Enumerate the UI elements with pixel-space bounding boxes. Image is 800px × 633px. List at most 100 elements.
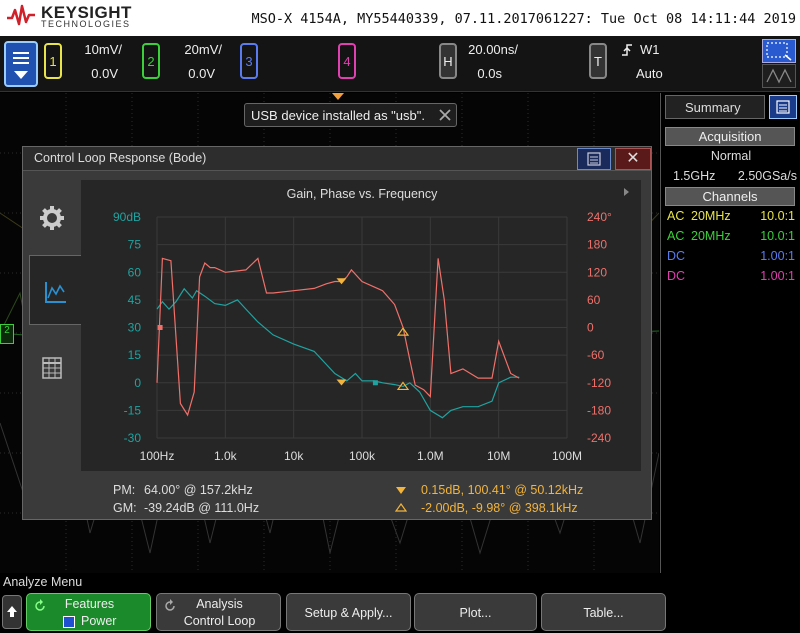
- series-line-gain: [156, 287, 520, 419]
- x-tick-label: 100Hz: [140, 449, 175, 463]
- chevron-right-icon[interactable]: [624, 188, 629, 196]
- horizontal-offset: 0.0s: [477, 66, 502, 81]
- y-left-tick-label: -30: [124, 431, 142, 445]
- trigger-position-marker[interactable]: [332, 93, 344, 100]
- waveform-mode-button[interactable]: [762, 64, 796, 88]
- channel-2-scale: 20mV/: [184, 42, 222, 57]
- dialog-menu-button[interactable]: [577, 148, 611, 170]
- softkey-features[interactable]: Features Power: [26, 593, 151, 631]
- y-right-tick-label: -240: [587, 431, 611, 445]
- trigger-button[interactable]: T: [589, 43, 607, 79]
- x-tick-label: 10M: [487, 449, 510, 463]
- cursor-1-icon: [396, 487, 406, 494]
- pm-marker: [372, 380, 378, 386]
- bandwidth: 1.5GHz: [673, 169, 716, 183]
- horizontal-button[interactable]: H: [439, 43, 457, 79]
- y-left-tick-label: 60: [128, 265, 142, 279]
- y-right-tick-label: 0: [587, 321, 594, 335]
- channels-header: Channels: [665, 187, 795, 206]
- zoom-box-icon: [766, 42, 792, 61]
- softkey-plot[interactable]: Plot...: [414, 593, 537, 631]
- list-icon: [587, 152, 601, 166]
- pm-label: PM:: [113, 483, 136, 497]
- series-line-phase: [156, 257, 520, 417]
- checkbox-icon: [63, 616, 75, 628]
- y-left-tick-label: 90dB: [113, 210, 141, 224]
- y-right-tick-label: 120: [587, 265, 607, 279]
- bode-plot-icon: [45, 282, 66, 303]
- channel-2-button[interactable]: 2: [142, 43, 160, 79]
- y-left-tick-label: 15: [128, 348, 142, 362]
- trigger-mode: Auto: [636, 66, 663, 81]
- dialog-title: Control Loop Response (Bode): [34, 151, 207, 165]
- y-right-tick-label: 180: [587, 238, 607, 252]
- channel-1-offset: 0.0V: [91, 66, 118, 81]
- menu-title: Analyze Menu: [3, 575, 83, 589]
- dialog-title-bar[interactable]: Control Loop Response (Bode) ✕: [23, 147, 651, 171]
- chevron-down-icon: [14, 71, 28, 79]
- x-tick-label: 1.0k: [214, 449, 238, 463]
- acquisition-header: Acquisition: [665, 127, 795, 146]
- cursor-2-icon: [395, 503, 407, 512]
- gm-label: GM:: [113, 501, 137, 515]
- channel-4-button[interactable]: 4: [338, 43, 356, 79]
- brand-subtitle: TECHNOLOGIES: [41, 19, 131, 29]
- triangle-wave-icon: [766, 68, 792, 84]
- acquisition-mode: Normal: [710, 149, 752, 163]
- readout-panel: PM: 64.00° @ 157.2kHz GM: -39.24dB @ 111…: [81, 479, 641, 519]
- y-left-tick-label: 0: [134, 376, 141, 390]
- softkey-setup-apply[interactable]: Setup & Apply...: [286, 593, 411, 631]
- cursor-1-value: 0.15dB, 100.41° @ 50.12kHz: [421, 483, 584, 497]
- y-left-tick-label: 75: [128, 238, 142, 252]
- summary-panel: Summary Acquisition Normal 1.5GHz 2.50GS…: [660, 93, 800, 573]
- channel-1-button[interactable]: 1: [44, 43, 62, 79]
- x-tick-label: 100M: [552, 449, 582, 463]
- x-tick-label: 100k: [349, 449, 376, 463]
- keysight-logo-icon: [7, 4, 35, 26]
- table-tab[interactable]: [29, 333, 75, 403]
- chart-title: Gain, Phase vs. Frequency: [287, 187, 439, 201]
- instrument-info: MSO-X 4154A, MY55440339, 07.11.201706122…: [251, 11, 796, 27]
- title-bar: KEYSIGHT TECHNOLOGIES MSO-X 4154A, MY554…: [0, 0, 800, 36]
- bode-chart[interactable]: Gain, Phase vs. Frequency 90dB 75 60 45 30 15…: [81, 180, 641, 471]
- horizontal-scale: 20.00ns/: [468, 42, 518, 57]
- gm-marker: [157, 325, 163, 330]
- menu-icon: [13, 52, 29, 64]
- sample-rate: 2.50GSa/s: [737, 169, 797, 183]
- notification-toast: USB device installed as "usb".: [244, 103, 457, 127]
- x-tick-label: 10k: [284, 449, 304, 463]
- y-right-tick-label: -180: [587, 403, 611, 417]
- gear-icon: [40, 206, 64, 230]
- channel-1-scale: 10mV/: [84, 42, 122, 57]
- main-menu-button[interactable]: [4, 41, 38, 87]
- channel-3-button[interactable]: 3: [240, 43, 258, 79]
- settings-tab[interactable]: [29, 183, 75, 253]
- y-right-tick-label: -120: [587, 376, 611, 390]
- trigger-edge-icon: [622, 44, 632, 56]
- arrow-up-icon: [7, 606, 17, 617]
- y-right-tick-label: -60: [587, 348, 605, 362]
- table-icon: [42, 357, 62, 379]
- plot-tab[interactable]: [29, 255, 81, 325]
- y-right-tick-label: 60: [587, 293, 601, 307]
- softkey-analysis[interactable]: Analysis Control Loop: [156, 593, 281, 631]
- softkey-table[interactable]: Table...: [541, 593, 666, 631]
- toast-message: USB device installed as "usb".: [251, 108, 425, 123]
- gm-value: -39.24dB @ 111.0Hz: [144, 501, 260, 515]
- summary-tab[interactable]: Summary: [665, 95, 765, 119]
- menu-back-button[interactable]: [2, 595, 22, 629]
- channel-2-ground-marker[interactable]: 2: [0, 324, 14, 344]
- y-left-tick-label: 30: [128, 321, 142, 335]
- x-tick-label: 1.0M: [417, 449, 444, 463]
- pm-value: 64.00° @ 157.2kHz: [144, 483, 253, 497]
- touch-zoom-button[interactable]: [762, 39, 796, 63]
- trigger-source: W1: [640, 42, 660, 57]
- y-right-tick-label: 240°: [587, 210, 612, 224]
- channel-2-offset: 0.0V: [188, 66, 215, 81]
- close-icon[interactable]: [438, 108, 452, 122]
- y-left-tick-label: 45: [128, 293, 142, 307]
- y-left-tick-label: -15: [124, 403, 142, 417]
- panel-menu-button[interactable]: [769, 95, 797, 119]
- dialog-close-button[interactable]: ✕: [615, 148, 651, 170]
- cursor-2-value: -2.00dB, -9.98° @ 398.1kHz: [421, 501, 578, 515]
